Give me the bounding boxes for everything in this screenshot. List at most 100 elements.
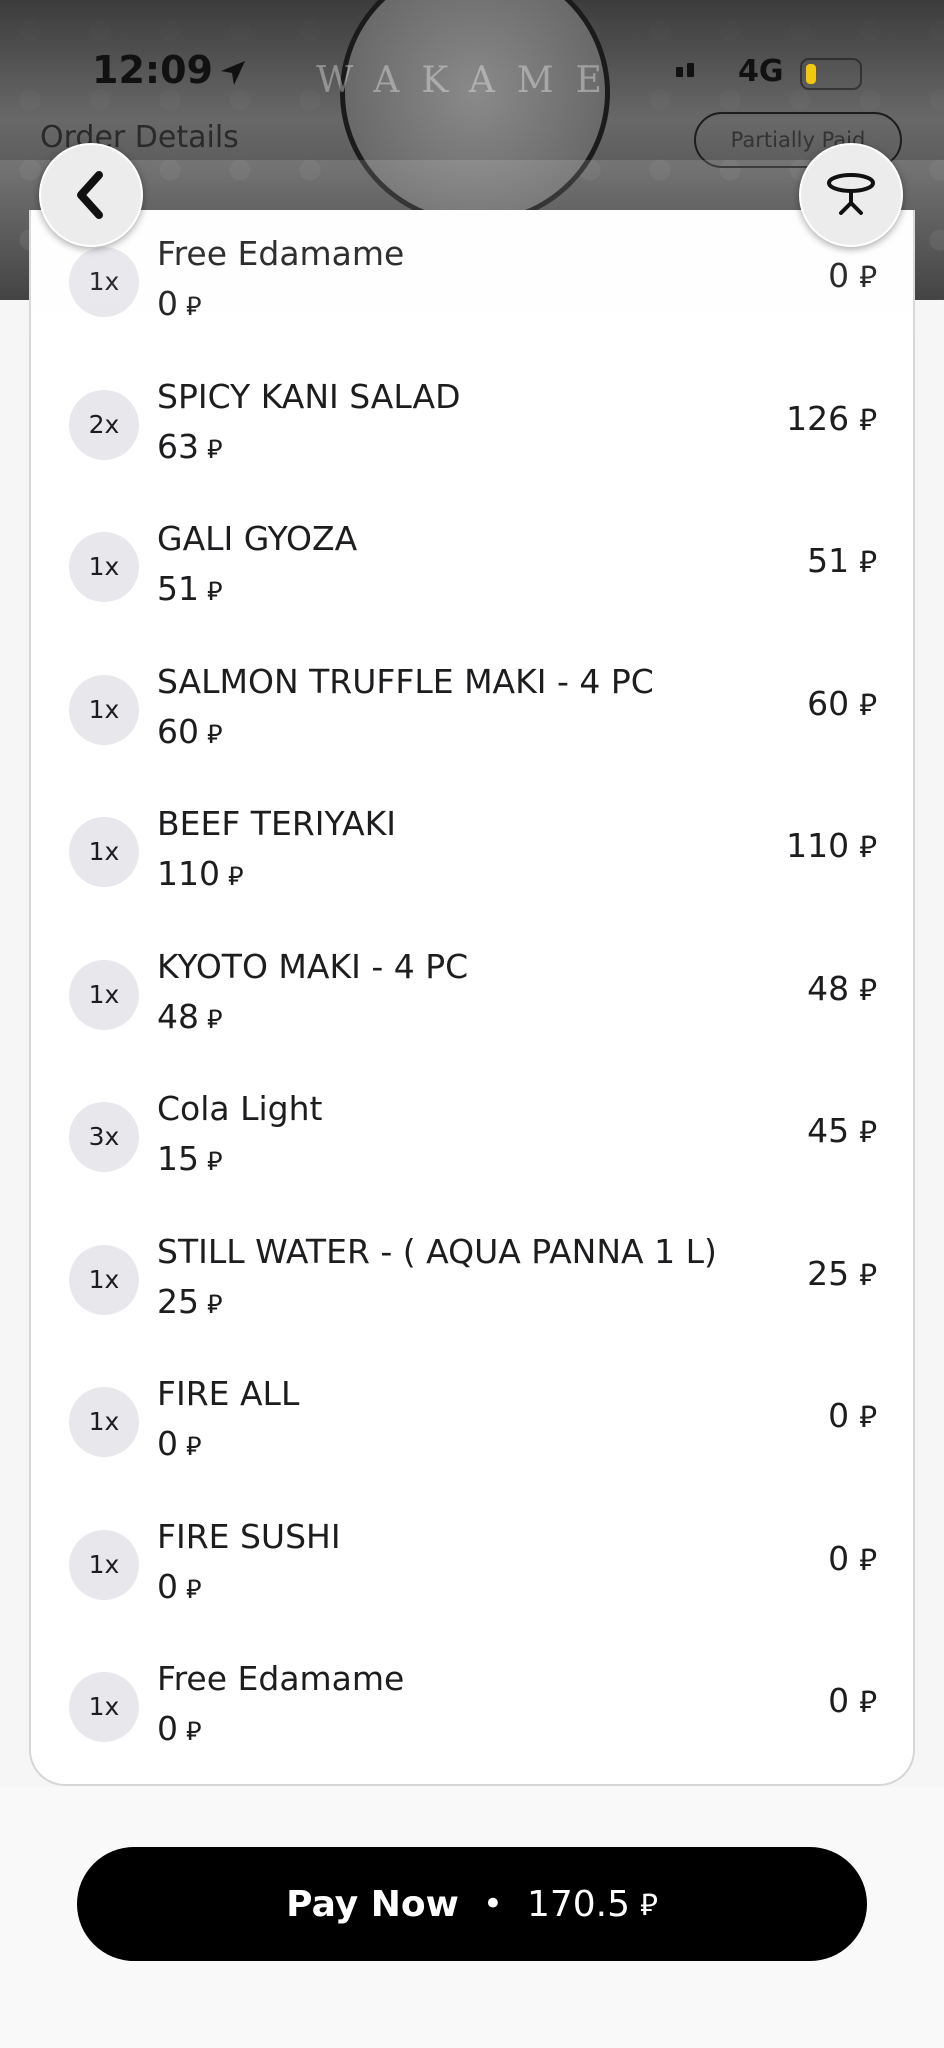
item-unit-price: 60 ⃁ — [157, 712, 222, 751]
item-unit-price: 63 ⃁ — [157, 427, 222, 466]
currency-symbol: ⃁ — [640, 1887, 658, 1923]
item-unit-price: 0 ⃁ — [157, 284, 201, 323]
order-item-row[interactable]: 1x KYOTO MAKI - 4 PC 48 ⃁ 48 ⃁ — [31, 923, 913, 1066]
total-price-value: 0 — [828, 1538, 850, 1578]
item-name: SPICY KANI SALAD — [157, 376, 461, 416]
quantity-badge: 1x — [69, 247, 139, 317]
unit-price-value: 0 — [157, 1566, 178, 1606]
total-price-value: 0 — [828, 256, 850, 295]
total-price-value: 25 — [807, 1253, 850, 1293]
total-price-value: 0 — [828, 1681, 850, 1720]
order-item-row[interactable]: 1x FIRE ALL 0 ⃁ 0 ⃁ — [31, 1350, 913, 1493]
currency-symbol: ⃁ — [859, 830, 877, 865]
quantity-badge: 2x — [69, 389, 139, 460]
quantity-badge: 1x — [69, 959, 139, 1030]
item-unit-price: 15 ⃁ — [157, 1139, 222, 1178]
order-item-row[interactable]: 3x Cola Light 15 ⃁ 45 ⃁ — [31, 1065, 913, 1208]
footer: Pay Now • 170.5 ⃁ — [0, 1787, 944, 2048]
currency-symbol: ⃁ — [859, 545, 877, 580]
currency-symbol: ⃁ — [859, 1542, 877, 1578]
currency-symbol: ⃁ — [186, 1432, 202, 1462]
total-price-value: 0 — [828, 1396, 850, 1435]
separator-dot: • — [482, 1884, 503, 1924]
pay-now-label: Pay Now — [286, 1883, 459, 1925]
item-name: SALMON TRUFFLE MAKI - 4 PC — [157, 661, 654, 701]
location-arrow-icon — [221, 61, 245, 85]
quantity-badge: 1x — [69, 1244, 139, 1315]
currency-symbol: ⃁ — [859, 1257, 877, 1293]
item-total-price: 48 ⃁ — [807, 969, 877, 1009]
quantity-badge: 1x — [69, 532, 139, 602]
quantity-badge: 1x — [69, 1387, 139, 1457]
item-name: STILL WATER - ( AQUA PANNA 1 L) — [157, 1231, 717, 1271]
currency-symbol: ⃁ — [859, 687, 877, 723]
total-price-value: 110 — [786, 826, 850, 865]
item-name: FIRE ALL — [157, 1374, 300, 1413]
battery-icon — [800, 58, 862, 90]
item-unit-price: 51 ⃁ — [157, 569, 222, 608]
item-unit-price: 25 ⃁ — [157, 1282, 222, 1321]
item-name: GALI GYOZA — [157, 519, 358, 558]
item-name: Free Edamame — [157, 234, 405, 273]
item-name: Free Edamame — [157, 1659, 405, 1698]
status-bar: 12:09 4G — [0, 40, 944, 100]
chevron-left-icon — [77, 171, 103, 219]
item-total-price: 25 ⃁ — [807, 1254, 877, 1294]
currency-symbol: ⃁ — [207, 577, 223, 607]
unit-price-value: 0 — [157, 1424, 178, 1463]
unit-price-value: 63 — [157, 426, 199, 466]
quantity-badge: 1x — [69, 1672, 139, 1742]
currency-symbol: ⃁ — [859, 260, 877, 295]
item-unit-price: 110 ⃁ — [157, 854, 243, 893]
item-total-price: 110 ⃁ — [786, 826, 877, 866]
currency-symbol: ⃁ — [228, 862, 244, 892]
item-total-price: 126 ⃁ — [786, 399, 877, 439]
signal-icon — [676, 62, 698, 81]
total-price-value: 126 — [786, 398, 850, 438]
item-name: FIRE SUSHI — [157, 1516, 341, 1556]
currency-symbol: ⃁ — [859, 402, 877, 438]
item-unit-price: 0 ⃁ — [157, 1709, 201, 1748]
quantity-badge: 3x — [69, 1102, 139, 1172]
currency-symbol: ⃁ — [859, 1685, 877, 1720]
item-name: BEEF TERIYAKI — [157, 804, 397, 843]
quantity-badge: 1x — [69, 817, 139, 887]
item-total-price: 60 ⃁ — [807, 684, 877, 724]
order-item-row[interactable]: 1x BEEF TERIYAKI 110 ⃁ 110 ⃁ — [31, 780, 913, 923]
total-price-value: 48 — [807, 968, 850, 1008]
unit-price-value: 60 — [157, 711, 199, 751]
order-item-row[interactable]: 1x SALMON TRUFFLE MAKI - 4 PC 60 ⃁ 60 ⃁ — [31, 638, 913, 781]
pay-now-button[interactable]: Pay Now • 170.5 ⃁ — [77, 1847, 867, 1961]
item-name: KYOTO MAKI - 4 PC — [157, 946, 469, 986]
unit-price-value: 0 — [157, 1709, 178, 1748]
currency-symbol: ⃁ — [186, 292, 202, 322]
order-item-row[interactable]: 1x STILL WATER - ( AQUA PANNA 1 L) 25 ⃁ 25 ⃁ — [31, 1208, 913, 1351]
item-unit-price: 0 ⃁ — [157, 1424, 201, 1463]
item-total-price: 0 ⃁ — [828, 256, 877, 296]
currency-symbol: ⃁ — [859, 1115, 877, 1150]
unit-price-value: 51 — [157, 569, 199, 608]
order-items-card: 1x Free Edamame 0 ⃁ 0 ⃁ 2x SPICY KANI SALAD 63 ⃁ 1… — [29, 210, 915, 1786]
order-item-row[interactable]: 2x SPICY KANI SALAD 63 ⃁ 126 ⃁ — [31, 353, 913, 496]
network-type: 4G — [738, 54, 784, 89]
table-icon — [827, 173, 875, 215]
order-item-row[interactable]: 1x Free Edamame 0 ⃁ 0 ⃁ — [31, 210, 913, 353]
currency-symbol: ⃁ — [186, 1717, 202, 1747]
currency-symbol: ⃁ — [859, 1400, 877, 1435]
currency-symbol: ⃁ — [207, 1289, 223, 1320]
unit-price-value: 15 — [157, 1139, 199, 1178]
table-button[interactable] — [799, 143, 903, 247]
item-total-price: 45 ⃁ — [807, 1111, 877, 1151]
item-total-price: 0 ⃁ — [828, 1539, 877, 1579]
order-items-list[interactable]: 1x Free Edamame 0 ⃁ 0 ⃁ 2x SPICY KANI SALAD 63 ⃁ 1… — [31, 210, 913, 1778]
order-item-row[interactable]: 1x GALI GYOZA 51 ⃁ 51 ⃁ — [31, 495, 913, 638]
currency-symbol: ⃁ — [207, 434, 223, 465]
quantity-badge: 1x — [69, 674, 139, 745]
total-price-value: 45 — [807, 1111, 850, 1150]
currency-symbol: ⃁ — [207, 719, 223, 750]
status-time: 12:09 — [92, 48, 213, 92]
back-button[interactable] — [39, 143, 143, 247]
order-item-row[interactable]: 1x Free Edamame 0 ⃁ 0 ⃁ — [31, 1635, 913, 1778]
currency-symbol: ⃁ — [186, 1574, 202, 1605]
order-item-row[interactable]: 1x FIRE SUSHI 0 ⃁ 0 ⃁ — [31, 1493, 913, 1636]
